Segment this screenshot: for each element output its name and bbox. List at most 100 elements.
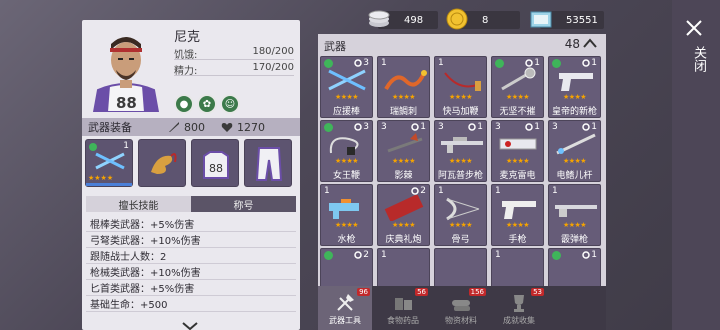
trophy-icon [514,295,524,312]
stat-energy-value: 170/200 [252,62,294,73]
item-name: 皇帝的新枪 [551,107,597,117]
inventory-header: 武器 48 [318,34,606,54]
category-achievements[interactable]: 53 成就收集 [492,286,546,330]
inventory-item[interactable]: 3 1 ★★★★ 电鳍儿杆 [548,120,601,182]
item-stars: ★★★★ [448,157,473,165]
gold-coin-icon [446,8,468,30]
item-count: 2 [363,250,369,260]
armor-slot[interactable]: 88 [191,139,239,187]
inventory-item[interactable]: 1 ★★★★ 霰弹枪 [548,184,601,246]
inventory-item[interactable]: 3 ★★★★ 应援棒 [320,56,373,118]
inventory-item[interactable]: 1 ★★★★ 快马加鞭 [434,56,487,118]
shotgun-icon [555,205,597,217]
svg-text:88: 88 [209,162,223,175]
item-stars: ★★★★ [562,93,587,101]
inventory-item[interactable]: 1 ★★★★ 骨弓 [434,184,487,246]
glowsticks-icon [95,152,125,170]
gear-icon [354,251,362,259]
category-badge: 96 [357,288,370,296]
rod-icon [556,133,596,155]
item-stars: ★★★★ [334,221,359,229]
equipment-title: 武器装备 [88,121,132,134]
accessory-slot[interactable] [138,139,186,187]
category-badge: 53 [531,288,544,296]
inventory-count: 48 [564,37,580,51]
chevron-up-icon[interactable] [582,36,598,50]
item-stars: ★★★★ [391,221,416,229]
close-button[interactable]: 关闭 [672,0,720,330]
skill-item: 枪械类武器：+10%伤害 [86,264,296,280]
item-name: 女王鞭 [332,171,360,181]
inventory-item[interactable]: 1 ★★★★ 无坚不摧 [491,56,544,118]
thorn-icon [387,133,423,153]
recycle-icon [324,251,333,260]
category-weapons[interactable]: 96 武器工具 [318,286,372,330]
character-panel: 88 尼克 饥饿: 180/200 精力: 170/200 ● ✿ ☺ 武器装备… [82,20,300,330]
inventory-item[interactable]: 1 ★★★★ 手枪 [491,184,544,246]
queenwhip-icon [329,137,359,155]
silver-resource[interactable]: 498 [368,10,438,29]
gear-icon [582,123,590,131]
whip-icon [444,72,481,91]
tab-skills[interactable]: 擅长技能 [86,196,191,212]
glowsticks-icon [328,69,366,91]
item-stars: ★★★★ [391,157,416,165]
skill-item: 棍棒类武器：+5%伤害 [86,216,296,232]
info-tabs: 擅长技能 称号 [86,196,296,212]
stat-energy: 精力: 170/200 [174,62,294,77]
horse-whistle-icon [151,153,177,174]
item-stars: ★★★★ [505,157,530,165]
pants-slot[interactable] [244,139,292,187]
item-stars: ★★★★ [448,93,473,101]
item-name: 阿瓦普步枪 [437,171,483,181]
item-count: 1 [591,250,597,260]
inventory-item[interactable]: 1 ★★★★ 瑞鲷刺 [377,56,430,118]
category-label: 食物药品 [387,316,419,325]
mood-status-icon[interactable]: ☺ [220,94,240,114]
firework-icon [384,195,424,221]
inventory-item[interactable]: 1 ★★★★ 水枪 [320,184,373,246]
tab-title[interactable]: 称号 [191,196,296,212]
category-materials[interactable]: 156 物资材料 [434,286,488,330]
category-badge: 156 [468,288,486,296]
category-food[interactable]: 56 食物药品 [376,286,430,330]
close-label: 关闭 [691,46,706,72]
weapon-slot-stars: ★★★★ [88,174,114,182]
skill-item: 弓弩类武器：+10%伤害 [86,232,296,248]
stat-energy-label: 精力: [174,66,198,77]
stomach-status-icon[interactable]: ● [174,94,194,114]
recycle-icon [552,251,561,260]
gear-icon [354,59,362,67]
gear-icon [411,123,419,131]
item-stars: ★★★★ [562,221,587,229]
pistol-icon [559,73,593,91]
mace-icon [501,67,536,91]
gold-resource[interactable]: 8 [446,8,520,30]
item-name: 水枪 [337,235,356,245]
item-name: 瑞鲷刺 [389,107,417,117]
sleep-status-icon[interactable]: ✿ [197,94,217,114]
inventory-item[interactable]: 3 1 ★★★★ 阿瓦普步枪 [434,120,487,182]
item-name: 庆典礼炮 [385,235,422,245]
heart-icon [221,122,233,132]
pants-icon [255,147,283,181]
inventory-item[interactable]: 3 1 ★★★★ 麦克雷电 [491,120,544,182]
inventory-item[interactable]: 1 ★★★★ 皇帝的新枪 [548,56,601,118]
inventory-item[interactable]: 3 1 ★★★★ 影棘 [377,120,430,182]
ticket-resource[interactable]: 53551 [530,11,604,29]
weapon-slot[interactable]: 1 ★★★★ [85,139,133,187]
skill-item: 基础生命：+500 [86,296,296,312]
stat-hunger-value: 180/200 [252,46,294,57]
stat-hunger: 饥饿: 180/200 [174,46,294,61]
item-level: 1 [381,250,387,260]
axe-hammer-icon [337,294,354,311]
chevron-down-icon[interactable] [182,322,198,330]
item-stars: ★★★★ [391,93,416,101]
inventory-item[interactable]: 3 ★★★★ 女王鞭 [320,120,373,182]
inventory-item[interactable]: 2 ★★★★ 庆典礼炮 [377,184,430,246]
ticket-icon [530,11,552,28]
item-name: 快马加鞭 [442,107,479,117]
gear-icon [354,123,362,131]
gear-icon [468,123,476,131]
attack-value: 800 [184,120,205,134]
